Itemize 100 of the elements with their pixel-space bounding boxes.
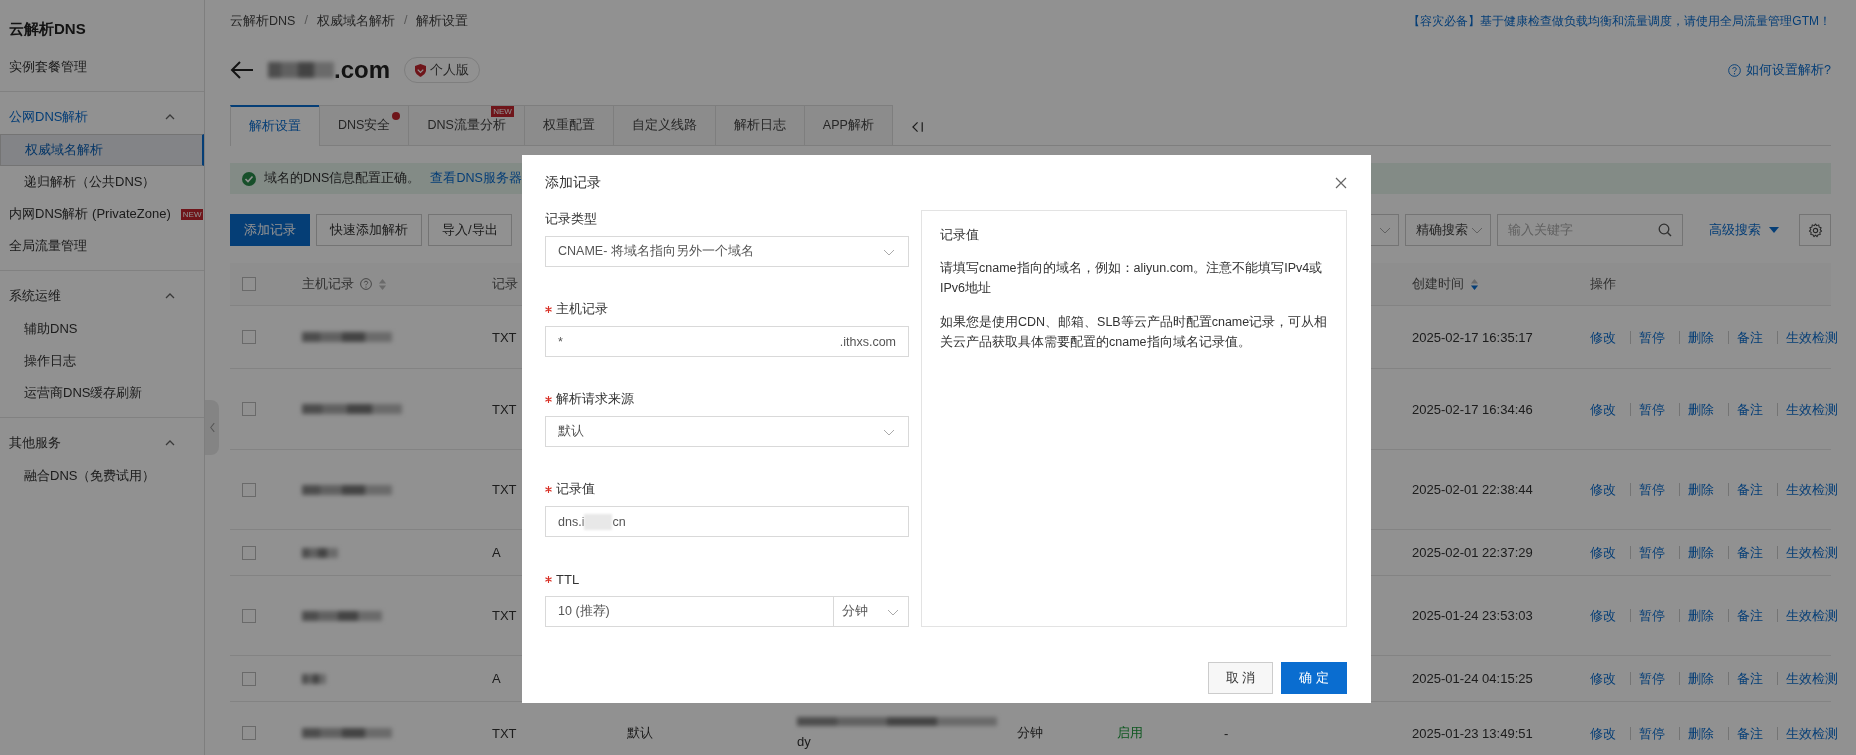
sort-icon[interactable] <box>1470 276 1479 292</box>
action-link[interactable]: 修改 <box>1590 609 1624 622</box>
toolbar-button[interactable]: 快速添加解析 <box>316 214 422 246</box>
action-link[interactable]: 暂停 <box>1630 672 1673 685</box>
sidebar-item[interactable]: 操作日志 <box>0 345 204 377</box>
sort-icon[interactable] <box>378 276 387 292</box>
sidebar-group[interactable]: 公网DNS解析 <box>0 100 204 134</box>
tab[interactable]: 自定义线路 <box>612 105 716 145</box>
breadcrumb-item[interactable]: 权威域名解析 <box>316 12 395 30</box>
action-link[interactable]: 生效检测 <box>1777 402 1846 416</box>
collapse-handle[interactable] <box>205 400 219 455</box>
action-link[interactable]: 备注 <box>1728 483 1771 496</box>
status-text: 启用 <box>1117 724 1143 742</box>
action-link[interactable]: 删除 <box>1679 402 1722 416</box>
action-link[interactable]: 修改 <box>1590 483 1624 496</box>
tab[interactable]: 解析日志 <box>714 105 805 145</box>
row-checkbox[interactable] <box>242 671 256 686</box>
advanced-search-link[interactable]: 高级搜索 <box>1709 221 1779 239</box>
field-label: 记录类型 <box>545 210 597 228</box>
action-link[interactable]: 生效检测 <box>1777 483 1846 496</box>
confirm-button[interactable]: 确 定 <box>1281 662 1347 694</box>
collapse-icon[interactable] <box>911 121 925 133</box>
table-cell: 分钟 <box>1017 724 1043 742</box>
row-checkbox[interactable] <box>242 402 256 416</box>
action-link[interactable]: 暂停 <box>1630 726 1673 740</box>
tab[interactable]: DNS安全 <box>319 105 410 145</box>
input-field[interactable]: * .ithxs.com <box>545 326 909 357</box>
sidebar-item[interactable]: 全局流量管理 <box>0 230 204 262</box>
sidebar-item[interactable]: 递归解析（公共DNS） <box>0 166 204 198</box>
row-checkbox[interactable] <box>242 330 256 344</box>
sidebar-item[interactable]: 辅助DNS <box>0 313 204 345</box>
action-link[interactable]: 生效检测 <box>1777 609 1846 622</box>
unit-select[interactable]: 分钟 <box>834 596 909 627</box>
action-link[interactable]: 修改 <box>1590 402 1624 416</box>
sidebar-group[interactable]: 其他服务 <box>0 426 204 460</box>
sidebar-item[interactable]: 运营商DNS缓存刷新 <box>0 377 204 409</box>
help-link[interactable]: 如何设置解析? <box>1746 61 1831 79</box>
action-link[interactable]: 备注 <box>1728 546 1771 559</box>
field-label: TTL <box>556 571 580 587</box>
action-link[interactable]: 删除 <box>1679 330 1722 344</box>
action-link[interactable]: 暂停 <box>1630 402 1673 416</box>
action-link[interactable]: 修改 <box>1590 546 1624 559</box>
new-badge: NEW <box>491 106 514 117</box>
sidebar-item[interactable]: 融合DNS（免费试用） <box>0 460 204 492</box>
tab[interactable]: 权重配置 <box>523 105 614 145</box>
action-link[interactable]: 暂停 <box>1630 330 1673 344</box>
cancel-button[interactable]: 取 消 <box>1207 662 1274 694</box>
action-link[interactable]: 备注 <box>1728 726 1771 740</box>
row-checkbox[interactable] <box>242 545 256 560</box>
action-link[interactable]: 备注 <box>1728 330 1771 344</box>
input-field[interactable]: dns.i cn <box>545 506 909 537</box>
select-field[interactable]: 默认 <box>545 416 909 447</box>
search-icon <box>1658 223 1672 237</box>
caret-icon <box>1769 227 1779 233</box>
toolbar-button[interactable]: 导入/导出 <box>428 214 512 246</box>
action-link[interactable]: 修改 <box>1590 672 1624 685</box>
action-link[interactable]: 暂停 <box>1630 483 1673 496</box>
sidebar-group[interactable]: 系统运维 <box>0 279 204 313</box>
row-checkbox[interactable] <box>242 726 256 740</box>
dns-server-link[interactable]: 查看DNS服务器 <box>430 170 522 187</box>
action-link[interactable]: 备注 <box>1728 402 1771 416</box>
input-field[interactable]: 10 (推荐) <box>545 596 834 627</box>
search-mode-dropdown[interactable]: 精确搜索 <box>1405 214 1491 246</box>
action-link[interactable]: 生效检测 <box>1777 330 1846 344</box>
sidebar-item[interactable]: 实例套餐管理 <box>0 51 204 83</box>
action-link[interactable]: 备注 <box>1728 672 1771 685</box>
action-link[interactable]: 生效检测 <box>1777 546 1846 559</box>
column-header: 记录 <box>492 275 518 293</box>
row-checkbox[interactable] <box>242 482 256 497</box>
action-link[interactable]: 备注 <box>1728 609 1771 622</box>
action-link[interactable]: 删除 <box>1679 546 1722 559</box>
table-cell: TXT <box>492 608 517 623</box>
action-link[interactable]: 修改 <box>1590 726 1624 740</box>
tab[interactable]: NEW DNS流量分析 <box>408 105 525 145</box>
action-link[interactable]: 删除 <box>1679 483 1722 496</box>
redacted-text <box>268 62 334 78</box>
action-link[interactable]: 删除 <box>1679 672 1722 685</box>
breadcrumb-item[interactable]: 云解析DNS <box>230 12 296 30</box>
action-link[interactable]: 删除 <box>1679 726 1722 740</box>
table-cell: 2025-02-17 16:35:17 <box>1412 329 1533 345</box>
alert-message: 域名的DNS信息配置正确。 <box>264 170 421 187</box>
sidebar-item[interactable]: 权威域名解析 <box>0 134 204 166</box>
close-icon[interactable] <box>1335 176 1347 189</box>
action-link[interactable]: 删除 <box>1679 609 1722 622</box>
select-all-checkbox[interactable] <box>242 277 256 291</box>
settings-button[interactable] <box>1799 214 1831 246</box>
toolbar-button[interactable]: 添加记录 <box>230 214 310 246</box>
action-link[interactable]: 暂停 <box>1630 546 1673 559</box>
tab[interactable]: 解析设置 <box>230 105 320 146</box>
sidebar-item[interactable]: 内网DNS解析 (PrivateZone) NEW <box>0 198 204 230</box>
action-link[interactable]: 生效检测 <box>1777 672 1846 685</box>
action-link[interactable]: 暂停 <box>1630 609 1673 622</box>
back-arrow-icon[interactable] <box>230 60 254 80</box>
action-link[interactable]: 生效检测 <box>1777 726 1846 740</box>
promo-link[interactable]: 【容灾必备】基于健康检查做负载均衡和流量调度，请使用全局流量管理GTM！ <box>1408 12 1831 30</box>
field-label: 记录值 <box>556 480 595 498</box>
action-link[interactable]: 修改 <box>1590 330 1624 344</box>
row-checkbox[interactable] <box>242 608 256 623</box>
tab[interactable]: APP解析 <box>803 105 893 145</box>
select-field[interactable]: CNAME- 将域名指向另外一个域名 <box>545 236 909 267</box>
